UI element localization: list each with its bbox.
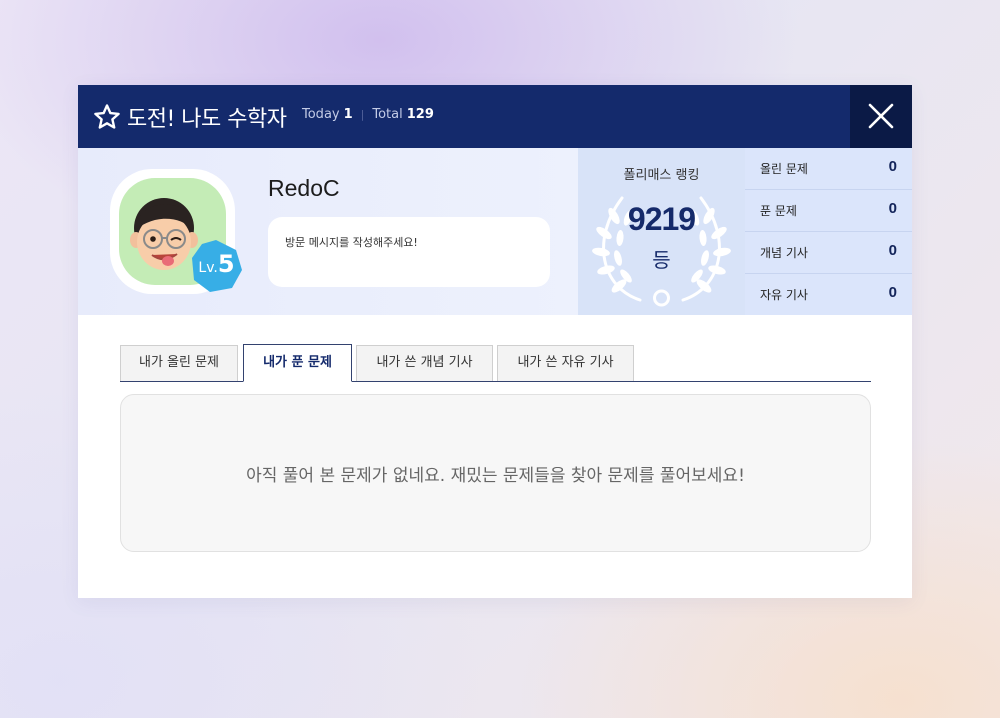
tab-my-free-articles[interactable]: 내가 쓴 자유 기사: [497, 345, 634, 381]
count-value: 0: [888, 284, 897, 301]
ranking-label: 폴리매스 랭킹: [623, 168, 700, 183]
count-row-free-articles: 자유 기사 0: [745, 273, 912, 315]
dialog-header: 도전! 나도 수학자 Today 1 | Total 129: [78, 85, 912, 148]
empty-state: 아직 풀어 본 문제가 없네요. 재밌는 문제들을 찾아 문제를 풀어보세요!: [120, 394, 871, 552]
profile-dialog: 도전! 나도 수학자 Today 1 | Total 129 Lv.5 Redo…: [78, 85, 912, 598]
profile-section: Lv.5 RedoC 방문 메시지를 작성해주세요! 폴리매스 랭킹 9219 …: [78, 148, 912, 315]
level-number: 5: [217, 250, 235, 278]
level-text: Lv.5: [188, 250, 244, 278]
total-label: Total: [372, 107, 403, 122]
close-icon: [868, 103, 894, 129]
activity-counts: 올린 문제 0 푼 문제 0 개념 기사 0 자유 기사 0: [745, 148, 912, 315]
activity-tabs: 내가 올린 문제 내가 푼 문제 내가 쓴 개념 기사 내가 쓴 자유 기사: [120, 344, 871, 382]
count-row-solved-problems: 푼 문제 0: [745, 189, 912, 231]
count-value: 0: [888, 242, 897, 259]
tab-my-concept-articles[interactable]: 내가 쓴 개념 기사: [356, 345, 493, 381]
total-count: 129: [406, 107, 434, 122]
visitor-stats: Today 1 | Total 129: [302, 107, 434, 122]
count-label: 올린 문제: [760, 162, 808, 176]
today-count: 1: [343, 107, 353, 122]
close-button[interactable]: [850, 85, 912, 148]
today-label: Today: [302, 107, 340, 122]
count-label: 개념 기사: [760, 246, 808, 260]
level-badge: Lv.5: [188, 238, 244, 294]
tab-my-solved-problems[interactable]: 내가 푼 문제: [243, 344, 352, 382]
tab-my-posted-problems[interactable]: 내가 올린 문제: [120, 345, 238, 381]
username: RedoC: [268, 175, 340, 201]
count-label: 자유 기사: [760, 288, 808, 302]
ranking-panel: 폴리매스 랭킹 9219 등: [578, 148, 745, 315]
count-value: 0: [888, 200, 897, 217]
level-prefix: Lv.: [198, 260, 218, 276]
ranking-unit: 등: [652, 248, 671, 272]
count-row-concept-articles: 개념 기사 0: [745, 231, 912, 273]
star-icon: [94, 104, 120, 129]
count-value: 0: [888, 158, 897, 175]
visitor-message-input[interactable]: 방문 메시지를 작성해주세요!: [268, 217, 550, 287]
empty-state-message: 아직 풀어 본 문제가 없네요. 재밌는 문제들을 찾아 문제를 풀어보세요!: [246, 466, 745, 486]
count-label: 푼 문제: [760, 204, 797, 218]
visitor-message-placeholder: 방문 메시지를 작성해주세요!: [285, 236, 418, 249]
count-row-posted-problems: 올린 문제 0: [745, 148, 912, 190]
dialog-title: 도전! 나도 수학자: [127, 107, 287, 132]
stats-separator: |: [360, 108, 365, 121]
ranking-number: 9219: [627, 201, 696, 237]
